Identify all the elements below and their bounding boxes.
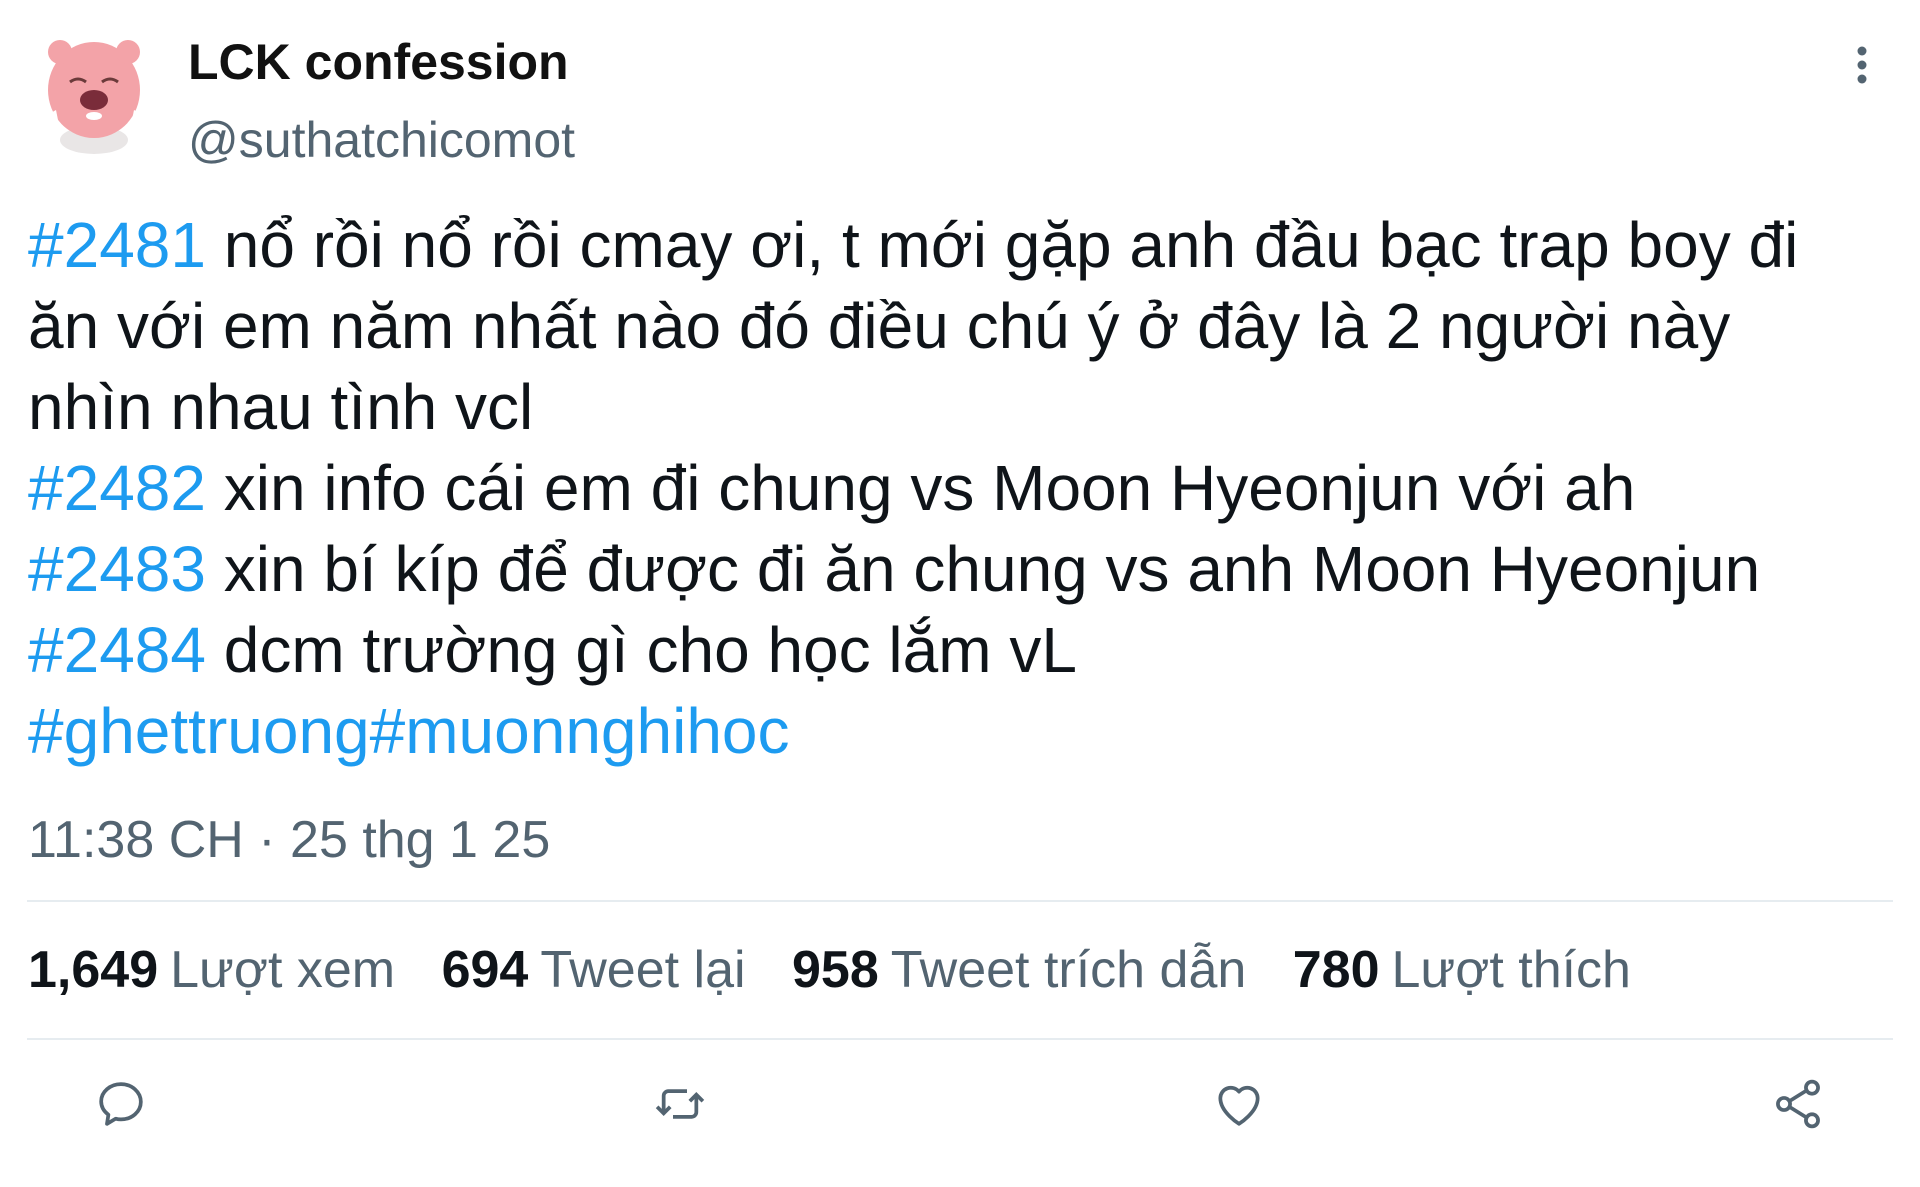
hashtag-link[interactable]: #ghettruong#muonnghihoc <box>28 695 790 767</box>
hashtag-link[interactable]: #2483 <box>28 533 206 605</box>
divider <box>27 900 1893 902</box>
tweet-timestamp[interactable]: 11:38 CH · 25 thg 1 25 <box>28 805 550 875</box>
reply-icon <box>99 1082 143 1126</box>
display-name[interactable]: LCK confession <box>188 30 575 94</box>
user-info[interactable]: LCK confession @suthatchicomot <box>188 30 575 172</box>
stat-label: Tweet lại <box>540 941 746 999</box>
tweet-text: #2481 nổ rồi nổ rồi cmay ơi, t mới gặp a… <box>28 205 1908 772</box>
reply-button[interactable] <box>89 1072 153 1136</box>
user-handle[interactable]: @suthatchicomot <box>188 108 575 172</box>
tweet-line: #ghettruong#muonnghihoc <box>28 691 1908 772</box>
quote-tweets-stat[interactable]: 958 Tweet trích dẫn <box>792 935 1246 1005</box>
retweets-stat[interactable]: 694 Tweet lại <box>442 935 746 1005</box>
stat-label: Tweet trích dẫn <box>890 941 1247 999</box>
tweet-line: nhìn nhau tình vcl <box>28 367 1908 448</box>
tweet-line-text: dcm trường gì cho học lắm vL <box>205 614 1077 686</box>
more-vertical-icon <box>1857 46 1867 84</box>
retweet-icon <box>655 1089 705 1119</box>
retweet-button[interactable] <box>648 1072 712 1136</box>
tweet-line: #2481 nổ rồi nổ rồi cmay ơi, t mới gặp a… <box>28 205 1908 286</box>
stat-label: Lượt xem <box>170 941 396 999</box>
share-button[interactable] <box>1766 1072 1830 1136</box>
tweet-card: LCK confession @suthatchicomot #2481 nổ … <box>0 0 1920 1187</box>
stat-count: 780 <box>1292 941 1380 999</box>
hashtag-link[interactable]: #2481 <box>28 209 206 281</box>
hashtag-link[interactable]: #2482 <box>28 452 206 524</box>
tweet-line: #2484 dcm trường gì cho học lắm vL <box>28 610 1908 691</box>
stat-count: 1,649 <box>28 941 159 999</box>
stat-count: 694 <box>441 941 529 999</box>
heart-icon <box>1218 1085 1260 1126</box>
tweet-stats: 1,649 Lượt xem 694 Tweet lại 958 Tweet tríc… <box>28 935 1663 1005</box>
tweet-line: #2483 xin bí kíp để được đi ăn chung vs … <box>28 529 1908 610</box>
tweet-line: ăn với em năm nhất nào đó điều chú ý ở đ… <box>28 286 1908 367</box>
hashtag-link[interactable]: #2484 <box>28 614 206 686</box>
more-options-button[interactable] <box>1842 40 1882 90</box>
tweet-line-text: xin bí kíp để được đi ăn chung vs anh Mo… <box>205 533 1761 605</box>
tweet-line-text: xin info cái em đi chung vs Moon Hyeonju… <box>205 452 1636 524</box>
stat-label: Lượt thích <box>1391 941 1631 999</box>
avatar[interactable] <box>30 20 160 160</box>
like-button[interactable] <box>1207 1072 1271 1136</box>
share-icon <box>1776 1079 1820 1129</box>
divider <box>27 1038 1893 1040</box>
stat-count: 958 <box>792 941 879 999</box>
tweet-line: #2482 xin info cái em đi chung vs Moon H… <box>28 448 1908 529</box>
tweet-line-text: nhìn nhau tình vcl <box>28 371 534 443</box>
tweet-line-text: ăn với em năm nhất nào đó điều chú ý ở đ… <box>28 290 1731 362</box>
likes-stat[interactable]: 780 Lượt thích <box>1293 935 1631 1005</box>
tweet-line-text: nổ rồi nổ rồi cmay ơi, t mới gặp anh đầu… <box>205 209 1799 281</box>
views-stat[interactable]: 1,649 Lượt xem <box>28 935 395 1005</box>
